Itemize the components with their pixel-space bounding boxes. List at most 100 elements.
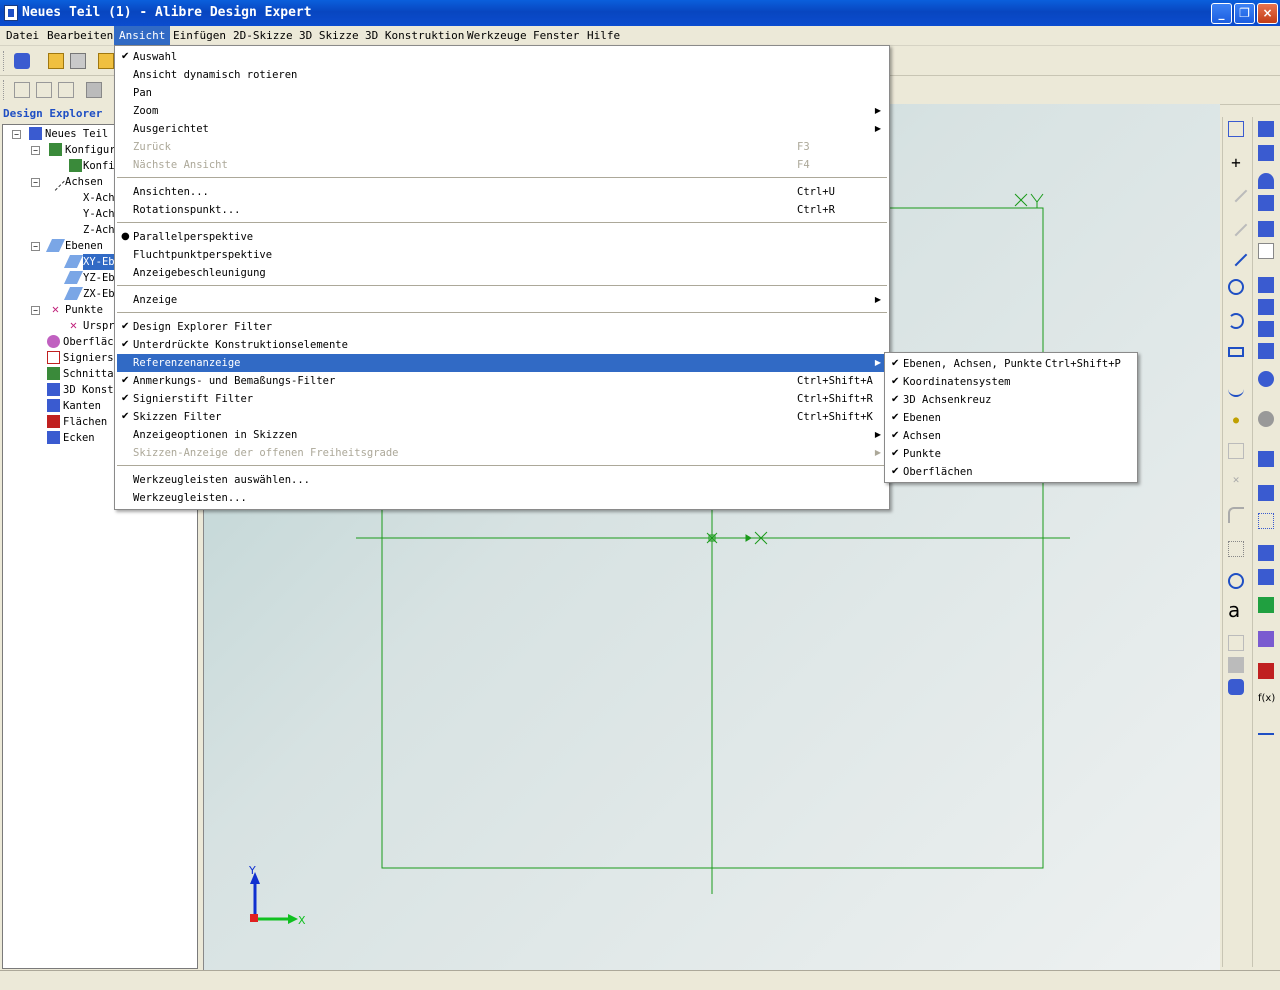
- ansicht-menu-item[interactable]: Werkzeugleisten auswählen...: [117, 471, 887, 489]
- tree-node-part[interactable]: Neues Teil (: [45, 126, 121, 142]
- folder-icon[interactable]: [98, 53, 114, 69]
- ansicht-menu-item[interactable]: Werkzeugleisten...: [117, 489, 887, 507]
- circular-pattern-icon[interactable]: [1228, 573, 1244, 589]
- part-tool-icon[interactable]: [14, 82, 30, 98]
- mirror-feature-icon[interactable]: [1258, 545, 1274, 561]
- ansicht-menu-item[interactable]: Ausgerichtet ▶: [117, 120, 887, 138]
- scale-icon[interactable]: [1258, 631, 1274, 647]
- ansicht-menu-item[interactable]: Anzeige ▶: [117, 291, 887, 309]
- reference-display-icon[interactable]: [1258, 243, 1274, 259]
- split-icon[interactable]: [1258, 569, 1274, 585]
- collapse-icon[interactable]: −: [31, 242, 40, 251]
- insert-disabled-icon[interactable]: [1228, 635, 1244, 651]
- plus-icon[interactable]: +: [1228, 155, 1244, 171]
- assembly-tool-icon[interactable]: [36, 82, 52, 98]
- draft-icon[interactable]: [1258, 485, 1274, 501]
- print-icon[interactable]: [86, 82, 102, 98]
- ansicht-menu-item[interactable]: Zoom ▶: [117, 102, 887, 120]
- point-tool-icon[interactable]: ●: [1228, 415, 1244, 431]
- ansicht-menu-item[interactable]: ✔ Anmerkungs- und Bemaßungs-Filter Ctrl+Sh…: [117, 372, 887, 390]
- tree-node-xy-plane[interactable]: XY-Eb: [83, 254, 117, 270]
- tree-node-points[interactable]: Punkte: [65, 302, 103, 318]
- menu-hilfe[interactable]: Hilfe: [582, 26, 625, 46]
- tree-node-faces[interactable]: Flächen: [63, 414, 107, 430]
- tree-node-yz-plane[interactable]: YZ-Eb: [83, 270, 115, 286]
- ansicht-menu-item[interactable]: ✔ Skizzen Filter Ctrl+Shift+K: [117, 408, 887, 426]
- dimension-icon[interactable]: [1258, 719, 1274, 735]
- tree-node-edges[interactable]: Kanten: [63, 398, 101, 414]
- sweep-icon[interactable]: [1258, 221, 1274, 237]
- linear-pattern-icon[interactable]: [1258, 513, 1274, 529]
- menu-ansicht[interactable]: Ansicht: [114, 26, 171, 46]
- menu-datei[interactable]: Datei: [1, 26, 44, 46]
- line-disabled-icon[interactable]: [1224, 213, 1248, 237]
- fillet-feature-icon[interactable]: [1258, 371, 1274, 387]
- menu-bearbeiten[interactable]: Bearbeiten: [42, 26, 118, 46]
- collapse-icon[interactable]: −: [12, 130, 21, 139]
- line-icon[interactable]: [1224, 243, 1248, 267]
- tree-node-planes[interactable]: Ebenen: [65, 238, 103, 254]
- trim-icon[interactable]: ✕: [1228, 473, 1244, 489]
- chamfer-icon[interactable]: [1258, 411, 1274, 427]
- referenz-submenu-item[interactable]: ✔ Oberflächen: [887, 463, 1135, 481]
- tree-node-vertices[interactable]: Ecken: [63, 430, 95, 446]
- revolve-cut-icon[interactable]: [1258, 195, 1274, 211]
- menu-3d-skizze[interactable]: 3D Skizze: [294, 26, 364, 46]
- referenz-submenu-item[interactable]: ✔ Ebenen, Achsen, Punkte Ctrl+Shift+P: [887, 355, 1135, 373]
- referenz-submenu-item[interactable]: ✔ Koordinatensystem: [887, 373, 1135, 391]
- minimize-button[interactable]: _: [1211, 3, 1232, 24]
- ansicht-menu-item[interactable]: Fluchtpunktperspektive: [117, 246, 887, 264]
- shell-icon[interactable]: [1258, 299, 1274, 315]
- origin-marker-icon[interactable]: [706, 532, 718, 544]
- referenz-submenu-item[interactable]: ✔ Ebenen: [887, 409, 1135, 427]
- ansicht-menu-item[interactable]: ● Parallelperspektive: [117, 228, 887, 246]
- ansicht-menu-item[interactable]: Zurück F3: [117, 138, 887, 156]
- ansicht-menu-item[interactable]: ✔ Design Explorer Filter: [117, 318, 887, 336]
- ansicht-menu-item[interactable]: Anzeigeoptionen in Skizzen ▶: [117, 426, 887, 444]
- save-icon[interactable]: [70, 53, 86, 69]
- referenz-submenu-item[interactable]: ✔ 3D Achsenkreuz: [887, 391, 1135, 409]
- tree-node-sections[interactable]: Schnittan: [63, 366, 120, 382]
- new-part-icon[interactable]: [14, 53, 30, 69]
- thread-icon[interactable]: [1258, 343, 1274, 359]
- loft-icon[interactable]: [1258, 277, 1274, 293]
- ansicht-menu-item[interactable]: Nächste Ansicht F4: [117, 156, 887, 174]
- arc-icon[interactable]: [1228, 313, 1244, 329]
- referenz-submenu-item[interactable]: ✔ Achsen: [887, 427, 1135, 445]
- tree-node-zx-plane[interactable]: ZX-Eb: [83, 286, 115, 302]
- menu-3d-konstruktion[interactable]: 3D Konstruktion: [360, 26, 469, 46]
- menu-einfuegen[interactable]: Einfügen: [168, 26, 231, 46]
- text-disabled-icon[interactable]: [1228, 443, 1244, 459]
- ansicht-menu-item[interactable]: Referenzenanzeige ▶: [117, 354, 887, 372]
- collapse-icon[interactable]: −: [31, 146, 40, 155]
- ansicht-menu-item[interactable]: ✔ Auswahl: [117, 48, 887, 66]
- ansicht-menu-item[interactable]: Skizzen-Anzeige der offenen Freiheitsgra…: [117, 444, 887, 462]
- analysis-icon[interactable]: [1258, 663, 1274, 679]
- pattern-icon[interactable]: [1228, 541, 1244, 557]
- referenz-submenu-item[interactable]: ✔ Punkte: [887, 445, 1135, 463]
- ansicht-menu-item[interactable]: Anzeigebeschleunigung: [117, 264, 887, 282]
- menu-2d-skizze[interactable]: 2D-Skizze: [228, 26, 298, 46]
- spline-icon[interactable]: [1228, 381, 1244, 397]
- tree-node-signature[interactable]: Signierst: [63, 350, 120, 366]
- tree-node-surfaces[interactable]: Oberfläch: [63, 334, 120, 350]
- text-tool-icon[interactable]: a: [1228, 600, 1244, 620]
- collapse-icon[interactable]: −: [31, 178, 40, 187]
- fillet-icon[interactable]: [1228, 507, 1244, 523]
- line-disabled-icon[interactable]: [1224, 179, 1248, 203]
- sketch-activate-icon[interactable]: [1228, 121, 1244, 137]
- collapse-icon[interactable]: −: [31, 306, 40, 315]
- rectangle-icon[interactable]: [1228, 347, 1244, 357]
- project-icon[interactable]: [1228, 679, 1244, 695]
- equation-icon[interactable]: f(x): [1258, 691, 1275, 707]
- tree-node-config[interactable]: Konfi: [83, 158, 115, 174]
- ansicht-menu-item[interactable]: ✔ Signierstift Filter Ctrl+Shift+R: [117, 390, 887, 408]
- helix-icon[interactable]: [1258, 321, 1274, 337]
- extrude-cut-icon[interactable]: [1258, 145, 1274, 161]
- tree-node-3d-construction[interactable]: 3D Konstr: [63, 382, 120, 398]
- hole-icon[interactable]: [1258, 451, 1274, 467]
- ansicht-menu-item[interactable]: Ansichten... Ctrl+U: [117, 183, 887, 201]
- tree-node-axes[interactable]: Achsen: [65, 174, 103, 190]
- ansicht-menu-item[interactable]: Ansicht dynamisch rotieren: [117, 66, 887, 84]
- open-folder-icon[interactable]: [48, 53, 64, 69]
